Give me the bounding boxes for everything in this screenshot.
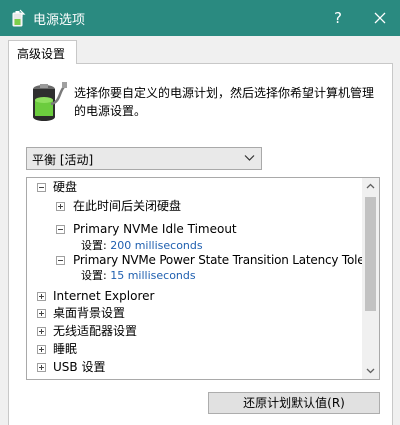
setting-value-link[interactable]: 15 milliseconds xyxy=(110,269,195,282)
tree-item-label[interactable]: 无线适配器设置 xyxy=(53,323,137,340)
collapse-icon[interactable] xyxy=(56,225,65,234)
tab-advanced-settings[interactable]: 高级设置 xyxy=(8,40,77,64)
power-plan-select[interactable]: 平衡 [活动] xyxy=(26,147,262,170)
tree-item-label[interactable]: 硬盘 xyxy=(53,179,77,196)
expand-icon[interactable] xyxy=(56,202,65,211)
close-icon xyxy=(374,12,386,24)
power-plan-value: 平衡 [活动] xyxy=(32,153,94,167)
settings-tree[interactable]: 硬盘 在此时间后关闭硬盘 Primary NVMe Idle Timeout 设… xyxy=(26,177,380,380)
scroll-up-button[interactable] xyxy=(362,178,379,195)
title-bar: 电源选项 ? xyxy=(0,0,400,36)
window-title: 电源选项 xyxy=(33,13,86,28)
expand-icon[interactable] xyxy=(37,345,46,354)
tree-item-label[interactable]: Internet Explorer xyxy=(53,288,154,305)
expand-icon[interactable] xyxy=(37,363,46,372)
vertical-scrollbar[interactable] xyxy=(362,178,379,379)
help-button[interactable]: ? xyxy=(323,0,353,36)
tree-item-label[interactable]: Primary NVMe Power State Transition Late… xyxy=(73,252,379,269)
tree-item-label[interactable]: Primary NVMe Idle Timeout xyxy=(73,221,237,238)
setting-label: 设置: xyxy=(81,239,107,252)
chevron-down-icon xyxy=(366,368,375,374)
scroll-thumb[interactable] xyxy=(365,197,376,311)
chevron-down-icon xyxy=(244,155,255,161)
close-button[interactable] xyxy=(360,0,400,36)
collapse-icon[interactable] xyxy=(56,256,65,265)
battery-icon xyxy=(33,82,67,121)
setting-label: 设置: xyxy=(81,269,107,282)
restore-defaults-button[interactable]: 还原计划默认值(R) xyxy=(208,392,380,414)
scroll-down-button[interactable] xyxy=(362,362,379,379)
chevron-up-icon xyxy=(366,183,375,189)
expand-icon[interactable] xyxy=(37,309,46,318)
description-text: 选择你要自定义的电源计划，然后选择你希望计算机管理的电源设置。 xyxy=(74,86,375,118)
tree-item-label[interactable]: USB 设置 xyxy=(53,359,105,376)
tree-item-label[interactable]: 在此时间后关闭硬盘 xyxy=(73,198,181,215)
tree-item-label[interactable]: 桌面背景设置 xyxy=(53,305,125,322)
tree-item-label[interactable]: 睡眠 xyxy=(53,341,77,358)
expand-icon[interactable] xyxy=(37,292,46,301)
setting-row: 设置: 15 milliseconds xyxy=(81,268,196,284)
collapse-icon[interactable] xyxy=(37,183,46,192)
setting-value-link[interactable]: 200 milliseconds xyxy=(110,239,202,252)
expand-icon[interactable] xyxy=(37,327,46,336)
power-options-icon xyxy=(12,9,26,27)
